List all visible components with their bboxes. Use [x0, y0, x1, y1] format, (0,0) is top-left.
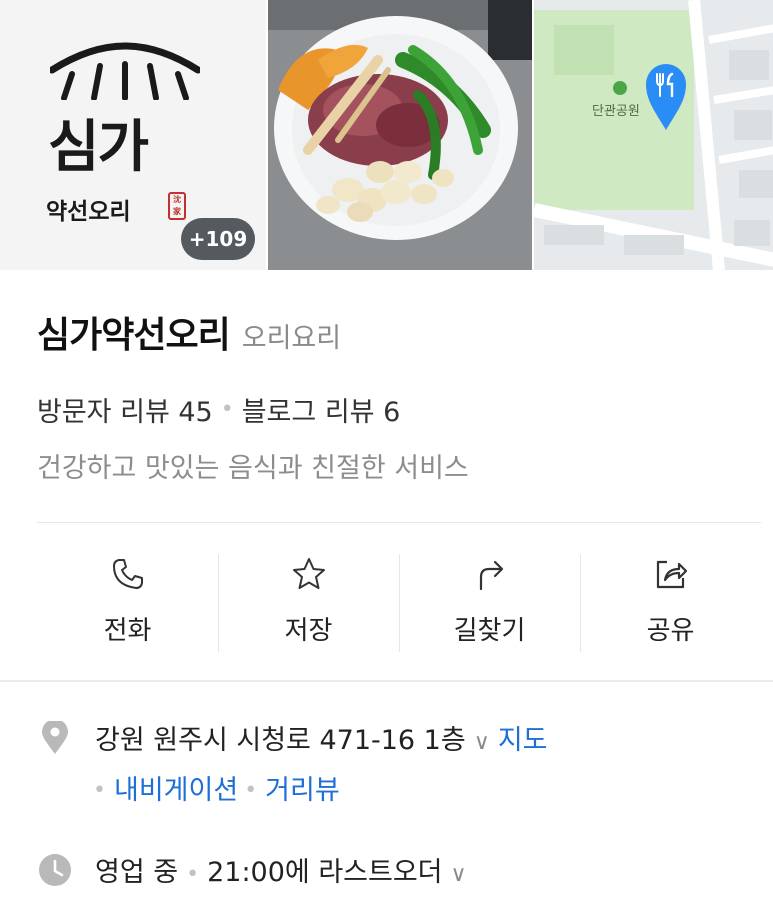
duck-dish-image [268, 0, 532, 270]
directions-icon [470, 554, 510, 594]
street-view-link[interactable]: 거리뷰 [265, 768, 340, 814]
map-park-label: 단관공원 [592, 104, 640, 119]
hours-text[interactable]: 영업 중 • 21:00에 라스트오더 ∨ [95, 850, 475, 898]
location-pin-icon [37, 720, 73, 756]
logo-stamp: 沈家 [168, 192, 186, 220]
share-label: 공유 [646, 616, 695, 646]
address-row: 강원 원주시 시청로 471-16 1층 ∨ 지도 [37, 718, 548, 766]
title-row: 심가약선오리 오리요리 [37, 306, 341, 358]
save-label: 저장 [284, 616, 333, 646]
hours-detail: 21:00에 라스트오더 [207, 857, 443, 888]
separator-dot: • [93, 778, 106, 803]
phone-icon [108, 554, 148, 594]
address-text[interactable]: 강원 원주시 시청로 471-16 1층 [95, 725, 466, 756]
save-button[interactable]: 저장 [218, 548, 399, 658]
logo-main-text: 심가 [48, 114, 149, 180]
logo-sub-text: 약선오리 [46, 199, 131, 225]
call-label: 전화 [103, 616, 152, 646]
separator-dot: • [220, 397, 234, 422]
action-bar: 전화 저장 길찾기 공유 [37, 548, 761, 658]
visitor-reviews-link[interactable]: 방문자 리뷰 45 [37, 390, 213, 429]
share-icon [651, 554, 691, 594]
map-link[interactable]: 지도 [498, 725, 548, 756]
directions-label: 길찾기 [453, 616, 526, 646]
photo-strip: 심가 약선오리 沈家 +109 단관공원 [0, 0, 773, 270]
blog-reviews-link[interactable]: 블로그 리뷰 6 [242, 390, 401, 429]
place-name: 심가약선오리 [37, 315, 231, 356]
food-photo[interactable] [266, 0, 532, 270]
call-button[interactable]: 전화 [37, 548, 218, 658]
restaurant-logo: 심가 약선오리 沈家 [40, 40, 210, 230]
hours-row: 영업 중 • 21:00에 라스트오더 ∨ [37, 850, 475, 898]
star-icon [289, 554, 329, 594]
clock-icon [37, 852, 73, 888]
address-links: • 내비게이션 • 거리뷰 [93, 768, 346, 814]
chevron-down-icon[interactable]: ∨ [474, 730, 490, 755]
place-category: 오리요리 [241, 323, 342, 354]
section-divider [0, 680, 773, 682]
review-row: 방문자 리뷰 45 • 블로그 리뷰 6 [37, 390, 400, 429]
navigation-link[interactable]: 내비게이션 [114, 768, 238, 814]
separator-dot: • [244, 778, 258, 803]
divider [37, 522, 761, 523]
photo-count-badge[interactable]: +109 [181, 218, 255, 260]
place-description: 건강하고 맛있는 음식과 친절한 서비스 [37, 453, 469, 484]
share-button[interactable]: 공유 [580, 548, 761, 658]
map-thumbnail[interactable]: 단관공원 [532, 0, 773, 270]
roof-logo-icon [50, 42, 200, 100]
logo-photo[interactable]: 심가 약선오리 沈家 +109 [0, 0, 266, 270]
hours-status: 영업 중 [95, 857, 179, 888]
restaurant-pin-icon [646, 64, 686, 130]
directions-button[interactable]: 길찾기 [399, 548, 580, 658]
map-image [534, 0, 773, 270]
chevron-down-icon[interactable]: ∨ [451, 862, 467, 887]
separator-dot: • [186, 862, 200, 887]
